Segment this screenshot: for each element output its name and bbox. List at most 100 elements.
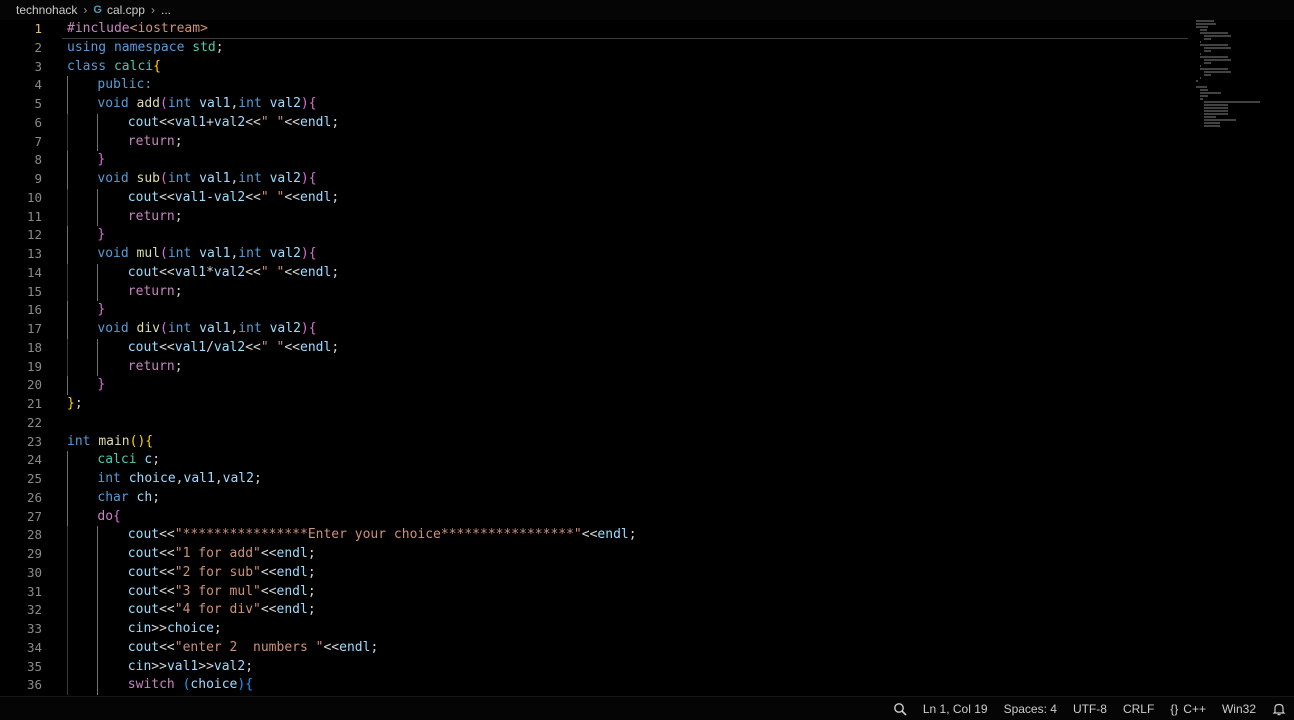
breadcrumb-folder[interactable]: technohack	[16, 3, 77, 17]
code-line[interactable]: 24 calci c;	[0, 451, 1294, 470]
code-line[interactable]: 18 cout<<val1/val2<<" "<<endl;	[0, 338, 1294, 358]
code-line[interactable]: 22	[0, 414, 1294, 433]
code-token: <<	[260, 602, 277, 618]
line-number[interactable]: 30	[0, 564, 42, 583]
line-number[interactable]: 23	[0, 433, 42, 452]
code-line[interactable]: 20}	[0, 376, 1294, 395]
code-line[interactable]: 31 cout<<"3 for mul"<<endl;	[0, 582, 1294, 602]
code-line[interactable]: 9 void sub(int val1,int val2){	[0, 170, 1294, 189]
line-number[interactable]: 12	[0, 226, 42, 245]
line-number[interactable]: 26	[0, 489, 42, 508]
platform-setting[interactable]: Win32	[1222, 702, 1256, 716]
code-line[interactable]: 36 switch (choice){	[0, 676, 1294, 695]
minimap-line	[1204, 116, 1216, 118]
line-number[interactable]: 4	[0, 76, 42, 95]
eol-setting[interactable]: CRLF	[1123, 702, 1154, 716]
line-number[interactable]: 24	[0, 451, 42, 470]
code-line[interactable]: 16}	[0, 301, 1294, 320]
line-number[interactable]: 8	[0, 151, 42, 170]
code-line[interactable]: 25 int choice,val1,val2;	[0, 470, 1294, 489]
zoom-icon[interactable]	[893, 702, 907, 716]
line-number[interactable]: 17	[0, 320, 42, 339]
code-token: val2	[269, 96, 301, 111]
code-line[interactable]: 29 cout<<"1 for add"<<endl;	[0, 545, 1294, 564]
line-number[interactable]: 20	[0, 376, 42, 395]
code-line[interactable]: 35 cin>>val1>>val2;	[0, 657, 1294, 677]
code-line[interactable]: 17 void div(int val1,int val2){	[0, 320, 1294, 339]
line-number[interactable]: 34	[0, 639, 42, 658]
minimap[interactable]	[1196, 20, 1268, 130]
line-number[interactable]: 6	[0, 114, 42, 133]
line-number[interactable]: 18	[0, 339, 42, 358]
code-line[interactable]: 8}	[0, 151, 1294, 170]
line-number[interactable]: 7	[0, 133, 42, 152]
vertical-scrollbar[interactable]	[1280, 20, 1294, 696]
encoding-setting[interactable]: UTF-8	[1073, 702, 1107, 716]
breadcrumb-more[interactable]: ...	[161, 3, 171, 17]
code-line[interactable]: 19 return;	[0, 357, 1294, 377]
code-line[interactable]: 7 return;	[0, 132, 1294, 152]
line-number[interactable]: 32	[0, 601, 42, 620]
code-line[interactable]: 2 using namespace std;	[0, 39, 1294, 58]
code-line[interactable]: 28 cout<<"****************Enter your choi…	[0, 526, 1294, 545]
cursor-position[interactable]: Ln 1, Col 19	[923, 702, 988, 716]
code-token: val1	[199, 321, 231, 336]
code-line[interactable]: 33 cin>>choice;	[0, 620, 1294, 639]
line-number[interactable]: 10	[0, 189, 42, 208]
code-line[interactable]: 34 cout<<"enter 2 numbers "<<endl;	[0, 638, 1294, 658]
code-line[interactable]: 13 void mul(int val1,int val2){	[0, 245, 1294, 264]
line-number[interactable]: 27	[0, 508, 42, 527]
language-mode[interactable]: {} C++	[1170, 702, 1206, 716]
indentation-setting[interactable]: Spaces: 4	[1004, 702, 1057, 716]
line-number[interactable]: 31	[0, 583, 42, 602]
code-line[interactable]: 21};	[0, 395, 1294, 414]
code-line[interactable]: 5 void add(int val1,int val2){	[0, 95, 1294, 114]
code-token: c	[144, 452, 153, 468]
code-text: return;	[128, 208, 183, 227]
code-token: ;	[307, 546, 316, 561]
line-number[interactable]: 19	[0, 358, 42, 377]
code-line[interactable]: 12}	[0, 226, 1294, 245]
line-number[interactable]: 35	[0, 658, 42, 677]
code-token: {	[245, 677, 254, 693]
line-number[interactable]: 5	[0, 95, 42, 114]
line-number[interactable]: 15	[0, 283, 42, 302]
line-number[interactable]: 14	[0, 264, 42, 283]
bell-icon[interactable]	[1272, 702, 1286, 716]
line-number[interactable]: 28	[0, 526, 42, 545]
line-number[interactable]: 9	[0, 170, 42, 189]
code-line[interactable]: 6 cout<<val1+val2<<" "<<endl;	[0, 113, 1294, 133]
line-number[interactable]: 3	[0, 58, 42, 77]
code-line[interactable]: 30 cout<<"2 for sub"<<endl;	[0, 563, 1294, 583]
code-line[interactable]: 4 public:	[0, 76, 1294, 95]
code-token: int	[238, 321, 262, 336]
code-line[interactable]: 10 cout<<val1-val2<<" "<<endl;	[0, 188, 1294, 208]
indent-guide	[97, 601, 99, 620]
line-number[interactable]: 16	[0, 301, 42, 320]
code-line[interactable]: 11 return;	[0, 207, 1294, 227]
line-number[interactable]: 33	[0, 620, 42, 639]
line-number[interactable]: 13	[0, 245, 42, 264]
line-number[interactable]: 21	[0, 395, 42, 414]
line-number[interactable]: 36	[0, 676, 42, 695]
line-number[interactable]: 22	[0, 414, 42, 433]
line-number[interactable]: 1	[0, 20, 42, 39]
code-line[interactable]: 3 class calci{	[0, 58, 1294, 77]
code-token: <<	[260, 564, 277, 580]
code-editor[interactable]: 1 #include<iostream> 2 using namespace std;…	[0, 20, 1294, 696]
code-line[interactable]: 27 do{	[0, 507, 1294, 527]
code-line[interactable]: 14 cout<<val1*val2<<" "<<endl;	[0, 263, 1294, 283]
line-number[interactable]: 29	[0, 545, 42, 564]
line-number[interactable]: 25	[0, 470, 42, 489]
code-token: ;	[307, 583, 316, 599]
code-line[interactable]: 15 return;	[0, 282, 1294, 302]
code-line[interactable]: 23 int main(){	[0, 433, 1294, 452]
line-number[interactable]: 2	[0, 39, 42, 58]
code-line[interactable]: 1 #include<iostream>	[0, 20, 1294, 39]
indent-guide	[97, 132, 99, 152]
code-line[interactable]: 26 char ch;	[0, 488, 1294, 508]
line-number[interactable]: 11	[0, 208, 42, 227]
breadcrumb-file[interactable]: cal.cpp	[107, 3, 145, 17]
code-line[interactable]: 32 cout<<"4 for div"<<endl;	[0, 601, 1294, 620]
